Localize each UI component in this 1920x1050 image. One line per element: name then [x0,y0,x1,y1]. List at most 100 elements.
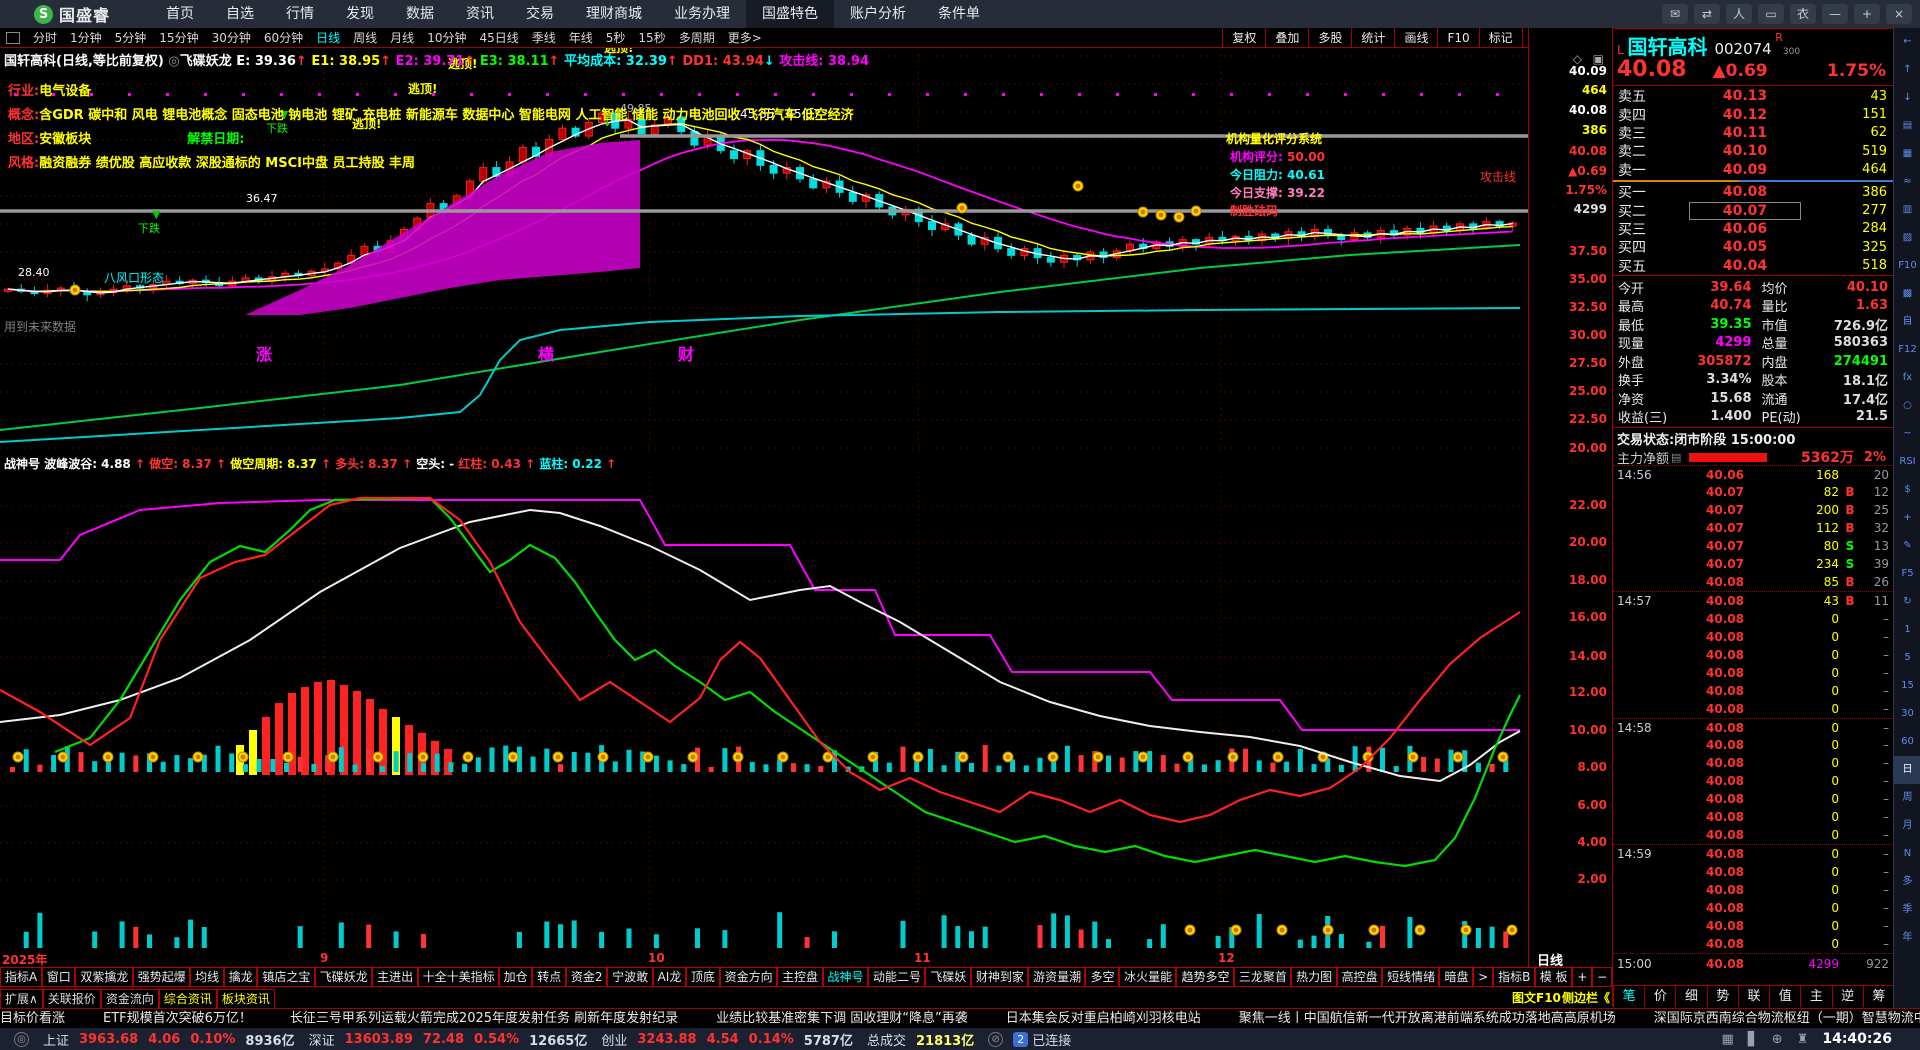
info-tab-资金流向[interactable]: 资金流向 [100,989,159,1009]
indicator-tab-短线情绪[interactable]: 短线情绪 [1382,967,1440,987]
doc-icon[interactable]: ▤ [1671,451,1681,464]
period-week[interactable]: 周 [1894,784,1920,812]
period-season[interactable]: 季 [1894,896,1920,924]
corner-link-图文F10[interactable]: 图文F10 [1512,989,1561,1006]
panel-tab-价[interactable]: 价 [1644,986,1675,1007]
indicator-tab-指标A[interactable]: 指标A [0,967,42,987]
period-tab-45日线[interactable]: 45日线 [479,29,518,46]
close-icon[interactable]: × [1886,4,1912,24]
indicator-tab-十全十美指标[interactable]: 十全十美指标 [417,967,499,987]
indicator-tab-资金2[interactable]: 资金2 [565,967,608,987]
maximize-icon[interactable]: + [1854,4,1880,24]
panel-tab-笔[interactable]: 笔 [1613,986,1644,1007]
indicator-tab-加仓[interactable]: 加仓 [498,967,533,987]
menu-item-资讯[interactable]: 资讯 [450,0,510,28]
indicator-tab-战神号[interactable]: 战神号 [822,967,868,987]
indicator-tab-窗口[interactable]: 窗口 [41,967,76,987]
network-icon[interactable]: ⊘ [988,1031,1004,1047]
news-item[interactable]: 深国际京西南综合物流枢纽（一期）智慧物流中心项目主体结构封顶 [1654,1011,1920,1026]
panel-tab-主[interactable]: 主 [1800,986,1831,1007]
period-1[interactable]: 1 [1894,616,1920,644]
indicator-tab-镇店之宝[interactable]: 镇店之宝 [257,967,315,987]
fx-icon[interactable]: fx [1894,364,1920,392]
indicator-tab-−[interactable]: − [1592,967,1613,987]
indicator-tab-三龙聚首[interactable]: 三龙聚首 [1233,967,1292,987]
tree-icon[interactable]: ▩ [1894,280,1920,308]
indicator-tab-暗盘[interactable]: 暗盘 [1439,967,1474,987]
indicator-tab-冰火量能[interactable]: 冰火量能 [1119,967,1177,987]
indicator-tab-擒龙[interactable]: 擒龙 [223,967,258,987]
indicator-tab-高控盘[interactable]: 高控盘 [1336,967,1383,987]
indicator-tab-动能二号[interactable]: 动能二号 [868,967,926,987]
order-book-row-buy[interactable]: 买四 40.05 325 [1613,238,1893,256]
period-multi[interactable]: 多 [1894,868,1920,896]
panel-tab-值[interactable]: 值 [1769,986,1800,1007]
f5-icon[interactable]: F5 [1894,560,1920,588]
period-tab-10分钟[interactable]: 10分钟 [427,29,466,46]
zixuan-icon[interactable]: 自 [1894,308,1920,336]
panel-tab-逆[interactable]: 逆 [1831,986,1863,1007]
period-year[interactable]: 年 [1894,924,1920,952]
chart-btn-标记[interactable]: 标记 [1478,27,1522,48]
panel-tab-细[interactable]: 细 [1675,986,1706,1007]
down-icon[interactable]: ↓ [1894,84,1920,112]
indicator-tab-游资量潮[interactable]: 游资量潮 [1028,967,1086,987]
menu-item-条件单[interactable]: 条件单 [922,0,996,28]
report-icon[interactable]: ▨ [1894,224,1920,252]
list-icon[interactable]: ▤ [1894,112,1920,140]
menu-item-首页[interactable]: 首页 [150,0,210,28]
period-tab-分时[interactable]: 分时 [33,29,57,46]
indicator-tab-主控盘[interactable]: 主控盘 [777,967,823,987]
period-tab-5分钟[interactable]: 5分钟 [115,29,147,46]
move-icon[interactable]: + [1894,504,1920,532]
panel-tab-势[interactable]: 势 [1706,986,1738,1007]
f12-icon[interactable]: F12 [1894,336,1920,364]
kline-icon[interactable]: ▥ [1894,196,1920,224]
indicator-tab-主进出[interactable]: 主进出 [372,967,418,987]
money-icon[interactable]: $ [1894,476,1920,504]
circle-icon[interactable]: ○ [1894,392,1920,420]
corner-link-侧边栏《[interactable]: 侧边栏《 [1562,989,1610,1006]
period-60[interactable]: 60 [1894,728,1920,756]
target-icon[interactable]: ⊕ [1772,1032,1783,1047]
indicator-tab-多空[interactable]: 多空 [1085,967,1120,987]
chart-btn-叠加[interactable]: 叠加 [1265,27,1308,48]
info-tab-扩展∧[interactable]: 扩展∧ [0,989,43,1009]
period-tab-日线[interactable]: 日线 [316,29,340,46]
chart-btn-复权[interactable]: 复权 [1222,27,1265,48]
period-tab-30分钟[interactable]: 30分钟 [212,29,251,46]
period-tab-1分钟[interactable]: 1分钟 [70,29,102,46]
order-book-row-sell[interactable]: 卖二 40.10 519 [1613,142,1893,160]
menu-item-行情[interactable]: 行情 [270,0,330,28]
news-item[interactable]: ETF规模首次突破6万亿！ [103,1011,252,1026]
indicator-tab-双紫擒龙[interactable]: 双紫擒龙 [75,967,133,987]
indicator-tab-转点[interactable]: 转点 [532,967,566,987]
order-book-row-sell[interactable]: 卖四 40.12 151 [1613,105,1893,124]
back-icon[interactable]: ← [1894,28,1920,56]
period-tab-月线[interactable]: 月线 [390,29,414,46]
order-book-row-buy[interactable]: 买二 40.07 277 [1613,201,1893,220]
phone-icon[interactable]: ▋ [1748,1032,1758,1047]
indicator-tab-强势起爆[interactable]: 强势起爆 [132,967,191,987]
period-30[interactable]: 30 [1894,700,1920,728]
panel-tab-筹[interactable]: 筹 [1862,986,1894,1007]
period-tab-15秒[interactable]: 15秒 [638,29,665,46]
layout-icon[interactable] [6,31,20,44]
period-n[interactable]: N [1894,840,1920,868]
trend-icon[interactable]: ≈ [1894,168,1920,196]
panel-tab-联[interactable]: 联 [1737,986,1769,1007]
order-book-row-sell[interactable]: 卖一 40.09 464 [1613,161,1893,179]
order-book-row-buy[interactable]: 买五 40.04 518 [1613,257,1893,275]
message-icon[interactable]: ✉ [1662,4,1688,24]
info-tab-综合资讯[interactable]: 综合资讯 [158,989,217,1009]
chart-btn-画线[interactable]: 画线 [1394,27,1437,48]
period-tab-多周期[interactable]: 多周期 [679,29,715,46]
order-book-row-sell[interactable]: 卖五 40.13 43 [1613,87,1893,105]
person-icon[interactable]: 人 [1726,4,1752,24]
menu-item-账户分析[interactable]: 账户分析 [834,0,922,28]
order-book-row-sell[interactable]: 卖三 40.11 62 [1613,124,1893,142]
news-item[interactable]: 长征三号甲系列运载火箭完成2025年度发射任务 刷新年度发射纪录 [290,1011,678,1026]
indicator-tab-飞碟妖[interactable]: 飞碟妖 [925,967,971,987]
chart-btn-多股[interactable]: 多股 [1308,27,1351,48]
indicator-tab-指标B[interactable]: 指标B [1493,967,1535,987]
